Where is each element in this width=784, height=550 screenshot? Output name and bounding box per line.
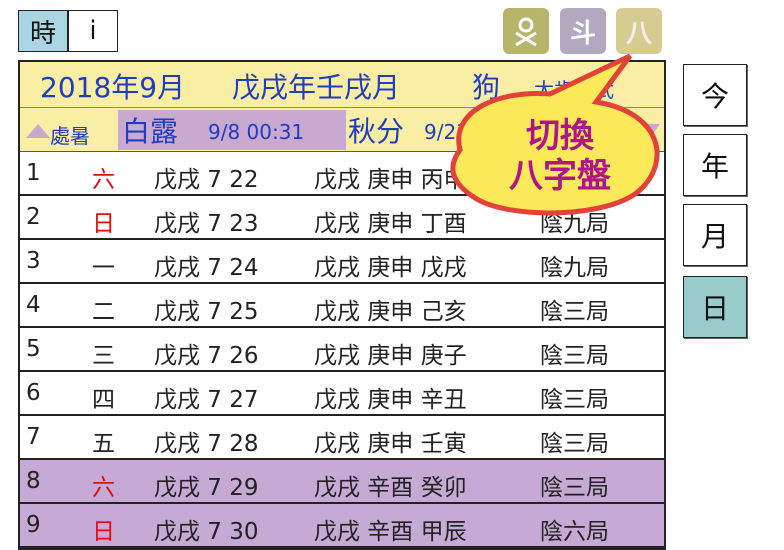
callout-line1: 切換 xyxy=(526,116,594,156)
day-ganzhi: 戊戌 庚申 戊戌 xyxy=(314,255,467,281)
day-number: 8 xyxy=(26,468,41,494)
weekday-star: 三 xyxy=(92,343,115,369)
day-ganzhi: 戊戌 辛酉 甲辰 xyxy=(314,519,467,545)
day-number: 2 xyxy=(26,204,41,230)
table-row[interactable]: 6 四 戊戌 7 27 戊戌 庚申 辛丑 陰三局 xyxy=(20,372,664,416)
weekday-star: 日 xyxy=(92,211,115,237)
callout-text: 切換 八字盤 xyxy=(440,116,680,196)
month-title: 2018年9月 xyxy=(40,71,186,104)
day-number: 7 xyxy=(26,424,41,450)
weekday-star: 日 xyxy=(92,519,115,545)
qimen-ju: 陰三局 xyxy=(540,299,609,325)
lunar-date: 戊戌 7 26 xyxy=(154,343,259,369)
qimen-ju: 陰六局 xyxy=(540,519,609,545)
ba-icon[interactable]: 八 xyxy=(616,8,662,54)
weekday-star: 四 xyxy=(92,387,115,413)
switch-bazi-callout: 切換 八字盤 xyxy=(440,50,680,220)
lunar-date: 戊戌 7 29 xyxy=(154,475,259,501)
lunar-date: 戊戌 7 22 xyxy=(154,167,259,193)
day-ganzhi: 戊戌 庚申 庚子 xyxy=(314,343,467,369)
next-term[interactable]: 秋分 xyxy=(348,110,404,150)
current-term: 白露 xyxy=(122,115,179,148)
month-view-button[interactable]: 月 xyxy=(683,204,747,266)
triangle-up-icon[interactable] xyxy=(26,124,50,138)
day-number: 4 xyxy=(26,292,41,318)
qimen-ju: 陰九局 xyxy=(540,255,609,281)
weekday-star: 二 xyxy=(92,299,115,325)
weekday-star: 六 xyxy=(92,475,115,501)
weekday-star: 六 xyxy=(92,167,115,193)
day-ganzhi: 戊戌 辛酉 癸卯 xyxy=(314,475,467,501)
lunar-date: 戊戌 7 30 xyxy=(154,519,259,545)
lunar-date: 戊戌 7 24 xyxy=(154,255,259,281)
day-view-button[interactable]: 日 xyxy=(683,276,747,338)
hour-mode-button[interactable]: 時 xyxy=(18,10,68,52)
table-row[interactable]: 8 六 戊戌 7 29 戊戌 辛酉 癸卯 陰三局 xyxy=(20,460,664,504)
weekday-star: 一 xyxy=(92,255,115,281)
lunar-date: 戊戌 7 27 xyxy=(154,387,259,413)
callout-line2: 八字盤 xyxy=(509,156,611,196)
day-ganzhi: 戊戌 庚申 辛丑 xyxy=(314,387,467,413)
lunar-date: 戊戌 7 23 xyxy=(154,211,259,237)
lunar-date: 戊戌 7 28 xyxy=(154,431,259,457)
table-row[interactable]: 7 五 戊戌 7 28 戊戌 庚申 壬寅 陰三局 xyxy=(20,416,664,460)
lunar-date: 戊戌 7 25 xyxy=(154,299,259,325)
info-button[interactable]: i xyxy=(68,10,118,52)
table-row[interactable]: 9 日 戊戌 7 30 戊戌 辛酉 甲辰 陰六局 xyxy=(20,504,664,548)
day-ganzhi: 戊戌 庚申 壬寅 xyxy=(314,431,467,457)
today-button[interactable]: 今 xyxy=(683,64,747,126)
current-term-time: 9/8 00:31 xyxy=(208,120,305,144)
year-view-button[interactable]: 年 xyxy=(683,134,747,196)
table-row[interactable]: 5 三 戊戌 7 26 戊戌 庚申 庚子 陰三局 xyxy=(20,328,664,372)
seal-glyph-icon xyxy=(515,17,537,47)
table-row[interactable]: 4 二 戊戌 7 25 戊戌 庚申 己亥 陰三局 xyxy=(20,284,664,328)
day-ganzhi: 戊戌 庚申 己亥 xyxy=(314,299,467,325)
qimen-ju: 陰三局 xyxy=(540,475,609,501)
bazi-seal-icon[interactable] xyxy=(503,8,549,54)
day-number: 9 xyxy=(26,512,41,538)
day-number: 3 xyxy=(26,248,41,274)
prev-term[interactable]: 處暑 xyxy=(50,120,90,149)
weekday-star: 五 xyxy=(92,431,115,457)
table-row[interactable]: 3 一 戊戌 7 24 戊戌 庚申 戊戌 陰九局 xyxy=(20,240,664,284)
qimen-ju: 陰三局 xyxy=(540,431,609,457)
dou-icon[interactable]: 斗 xyxy=(560,8,606,54)
qimen-ju: 陰三局 xyxy=(540,343,609,369)
ganzhi-title: 戊戌年壬戌月 xyxy=(232,71,401,104)
day-number: 5 xyxy=(26,336,41,362)
qimen-ju: 陰三局 xyxy=(540,387,609,413)
day-number: 6 xyxy=(26,380,41,406)
day-number: 1 xyxy=(26,160,41,186)
